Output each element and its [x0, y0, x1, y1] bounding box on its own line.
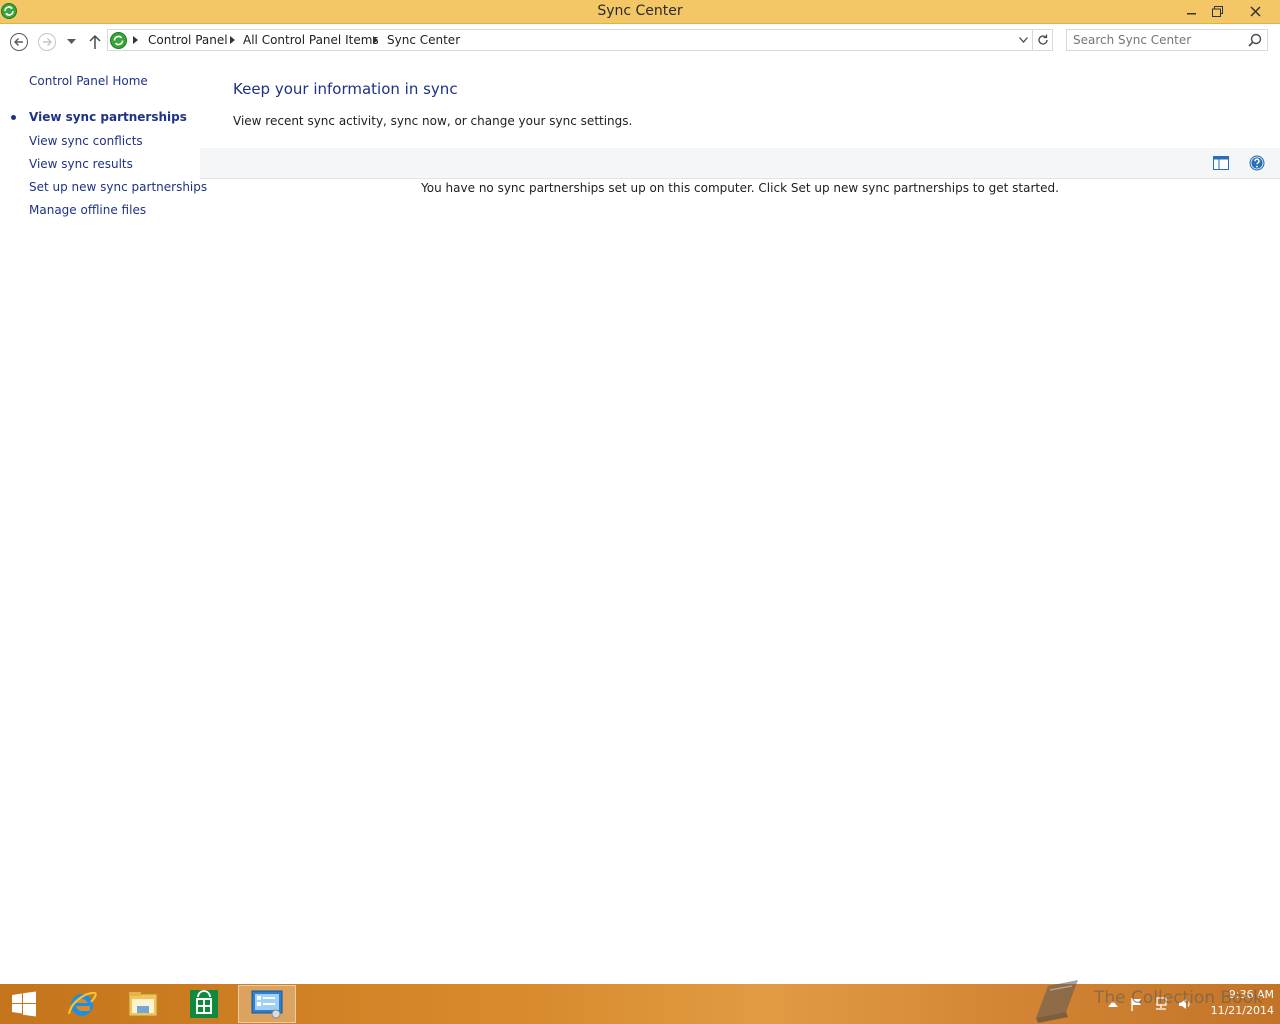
recent-locations-button[interactable]: [64, 32, 78, 52]
close-button[interactable]: [1232, 0, 1278, 22]
address-history-button[interactable]: [1014, 30, 1032, 50]
internet-explorer-icon: [67, 991, 97, 1016]
forward-button[interactable]: [37, 32, 57, 52]
chevron-down-icon: [66, 39, 76, 44]
refresh-button[interactable]: [1032, 30, 1053, 50]
minimize-button[interactable]: [1178, 0, 1205, 22]
taskbar-control-panel[interactable]: [238, 985, 296, 1023]
taskbar-store[interactable]: [176, 985, 232, 1023]
taskbar: 9:36 AM 11/21/2014: [0, 984, 1280, 1024]
content-toolbar: [200, 148, 1280, 179]
up-arrow-icon: [89, 34, 101, 49]
breadcrumb-control-panel[interactable]: Control Panel: [148, 33, 228, 47]
minimize-icon: [1186, 13, 1196, 15]
network-icon: [1156, 997, 1167, 1010]
file-explorer-icon: [128, 992, 158, 1017]
sidebar-item-view-sync-conflicts[interactable]: View sync conflicts: [29, 134, 143, 148]
empty-partnerships-message: You have no sync partnerships set up on …: [421, 181, 1059, 195]
flag-icon: [1131, 998, 1141, 1011]
breadcrumb-separator-icon[interactable]: [373, 36, 379, 44]
taskbar-file-explorer[interactable]: [115, 985, 171, 1023]
breadcrumb-all-control-panel-items[interactable]: All Control Panel Items: [243, 33, 379, 47]
back-button[interactable]: [9, 32, 29, 52]
help-icon[interactable]: [1249, 155, 1265, 171]
page-subtitle: View recent sync activity, sync now, or …: [233, 114, 633, 128]
action-center-button[interactable]: [1128, 984, 1146, 1024]
chevron-down-icon: [1018, 37, 1028, 43]
volume-icon: [1179, 999, 1190, 1009]
title-bar: Sync Center: [0, 0, 1280, 24]
sidebar-item-set-up-new-sync-partnerships[interactable]: Set up new sync partnerships: [29, 180, 207, 194]
sidebar-item-manage-offline-files[interactable]: Manage offline files: [29, 203, 146, 217]
network-button[interactable]: [1152, 984, 1170, 1024]
start-button[interactable]: [0, 985, 48, 1023]
restore-button[interactable]: [1204, 0, 1231, 22]
navigation-bar: Control Panel All Control Panel Items Sy…: [0, 24, 1280, 58]
change-view-icon[interactable]: [1212, 155, 1230, 171]
page-title: Keep your information in sync: [233, 80, 458, 98]
sync-center-location-icon: [110, 32, 127, 49]
search-box[interactable]: [1066, 29, 1268, 51]
taskbar-clock[interactable]: 9:36 AM 11/21/2014: [1200, 987, 1274, 1019]
control-panel-icon: [251, 990, 283, 1019]
control-panel-home-link[interactable]: Control Panel Home: [29, 74, 148, 88]
store-icon: [190, 990, 218, 1018]
breadcrumb-separator-icon[interactable]: [230, 36, 236, 44]
show-hidden-icons-button[interactable]: [1105, 984, 1121, 1024]
search-icon[interactable]: [1248, 33, 1262, 47]
taskbar-internet-explorer[interactable]: [54, 985, 110, 1023]
close-icon: [1249, 5, 1261, 17]
forward-arrow-icon: [38, 33, 56, 51]
chevron-up-icon: [1108, 1001, 1118, 1007]
back-arrow-icon: [10, 33, 28, 51]
breadcrumb-separator-icon[interactable]: [133, 36, 139, 44]
search-input[interactable]: [1073, 32, 1243, 48]
address-bar[interactable]: Control Panel All Control Panel Items Sy…: [107, 29, 1053, 51]
sidebar-item-view-sync-results[interactable]: View sync results: [29, 157, 133, 171]
breadcrumb-sync-center[interactable]: Sync Center: [387, 33, 460, 47]
clock-date: 11/21/2014: [1210, 1004, 1274, 1017]
left-navigation-pane: Control Panel Home View sync partnership…: [0, 58, 207, 984]
refresh-icon: [1038, 34, 1048, 45]
window-title: Sync Center: [597, 3, 683, 19]
current-item-bullet-icon: [11, 115, 16, 120]
sidebar-item-view-sync-partnerships[interactable]: View sync partnerships: [29, 110, 187, 124]
start-icon: [12, 991, 36, 1017]
up-button[interactable]: [85, 32, 105, 52]
restore-icon: [1212, 5, 1223, 17]
main-content: Keep your information in sync View recen…: [200, 58, 1280, 984]
clock-time: 9:36 AM: [1228, 988, 1274, 1001]
volume-button[interactable]: [1176, 984, 1194, 1024]
